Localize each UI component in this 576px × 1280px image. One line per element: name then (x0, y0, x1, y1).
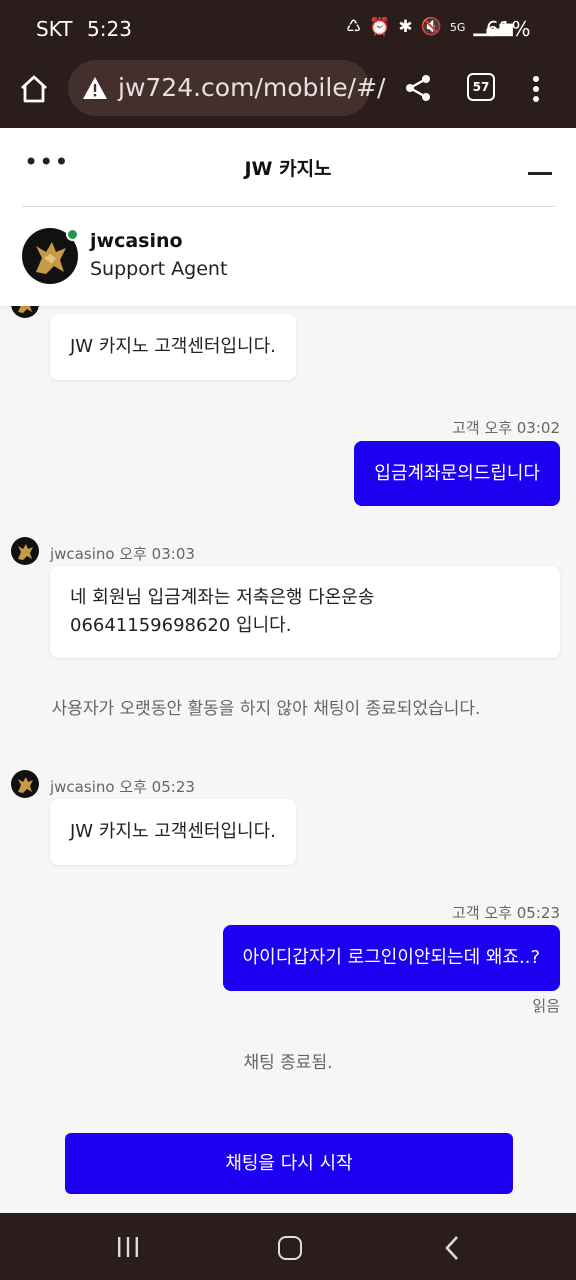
message-text-line: 네 회원님 입금계좌는 저축은행 다온운송 (70, 587, 375, 608)
system-message: 사용자가 오랫동안 활동을 하지 않아 채팅이 종료되었습니다. (51, 699, 481, 719)
recycle-icon: ♺ (346, 17, 362, 37)
avatar-dragon-icon (18, 777, 33, 793)
restart-chat-button[interactable]: 채팅을 다시 시작 (65, 1133, 513, 1194)
message-meta: 고객 오후 03:02 (452, 419, 560, 437)
chat-title: JW 카지노 (244, 158, 332, 180)
agent-name: jwcasino (90, 230, 183, 252)
status-bar: SKT 5:23 ♺ ⏰ ✱ 🔇 5G ▁▃▅ 61% (0, 0, 576, 58)
online-status-dot (66, 228, 79, 241)
mute-icon: 🔇 (420, 17, 442, 37)
message-meta: 고객 오후 05:23 (452, 904, 560, 922)
agent-mini-avatar (11, 770, 39, 798)
bluetooth-icon: ✱ (398, 17, 413, 37)
warning-icon[interactable] (82, 76, 108, 100)
message-bubble-customer: 아이디갑자기 로그인이안되는데 왜죠..? (222, 925, 560, 991)
system-nav-bar (0, 1213, 576, 1280)
agent-mini-avatar (11, 537, 39, 565)
browser-toolbar: jw724.com/mobile/#/ 57 (0, 58, 576, 128)
agent-role: Support Agent (90, 258, 228, 280)
message-text: 아이디갑자기 로그인이안되는데 왜죠..? (242, 947, 540, 968)
message-text: 입금계좌문의드립니다 (374, 463, 540, 484)
message-meta: jwcasino 오후 03:03 (50, 545, 195, 563)
battery-level: 61% (486, 17, 531, 41)
message-bubble-customer: 입금계좌문의드립니다 (354, 441, 560, 506)
message-text: JW 카지노 고객센터입니다. (70, 336, 276, 357)
system-message: 채팅 종료됨. (243, 1053, 333, 1073)
message-bubble-agent: JW 카지노 고객센터입니다. (50, 314, 296, 380)
menu-icon[interactable] (529, 74, 543, 104)
read-receipt: 읽음 (532, 997, 560, 1015)
signal-5g-icon: 5G (449, 20, 466, 34)
url-text[interactable]: jw724.com/mobile/#/ (118, 73, 385, 102)
chat-header: ••• JW 카지노 jwcasino Support Agent (0, 128, 576, 306)
clock: 5:23 (87, 17, 132, 41)
message-bubble-agent: JW 카지노 고객센터입니다. (50, 799, 296, 865)
home-icon[interactable] (18, 73, 50, 105)
carrier-label: SKT (36, 17, 73, 41)
message-text-line: 06641159698620 입니다. (70, 615, 292, 636)
message-text: JW 카지노 고객센터입니다. (70, 821, 276, 842)
minimize-icon[interactable] (528, 172, 552, 175)
message-bubble-agent: 네 회원님 입금계좌는 저축은행 다온운송 06641159698620 입니다… (50, 566, 560, 658)
address-bar[interactable]: jw724.com/mobile/#/ (68, 60, 385, 116)
message-meta: jwcasino 오후 05:23 (50, 778, 195, 796)
nav-home-icon[interactable] (278, 1236, 302, 1260)
share-icon[interactable] (404, 74, 432, 102)
header-divider (22, 206, 555, 207)
avatar-dragon-icon (18, 544, 33, 560)
alarm-icon: ⏰ (369, 17, 391, 37)
nav-recent-icon[interactable] (117, 1237, 139, 1257)
nav-back-icon[interactable] (442, 1235, 462, 1261)
tabs-icon[interactable]: 57 (467, 73, 495, 101)
